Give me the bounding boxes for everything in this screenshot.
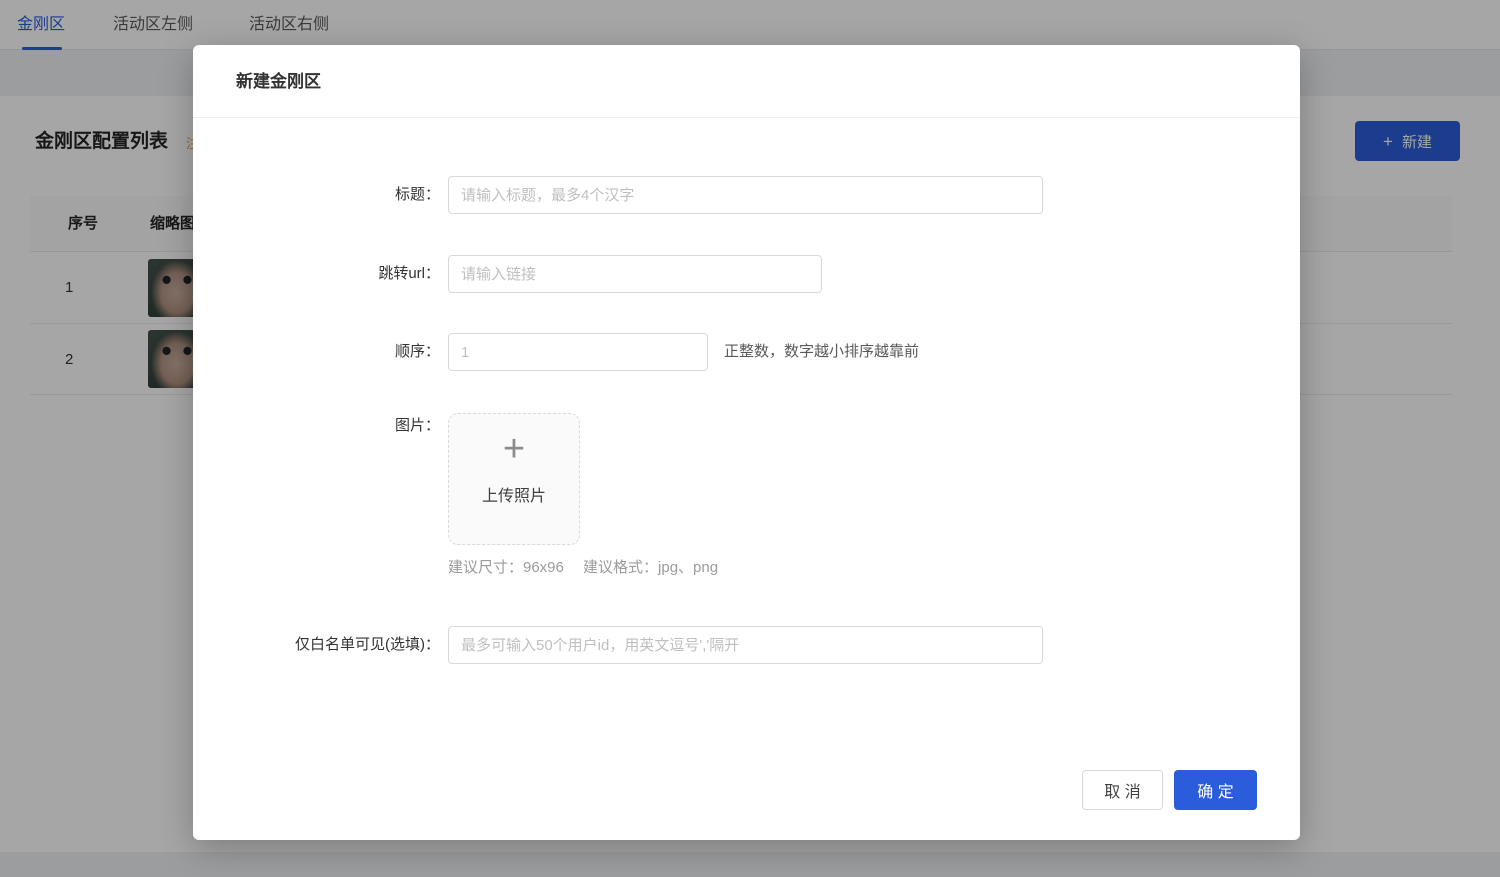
- jump-url-input[interactable]: [448, 255, 822, 293]
- upload-photo-button[interactable]: + 上传照片: [448, 413, 580, 545]
- modal-title: 新建金刚区: [236, 45, 321, 118]
- title-input[interactable]: [448, 176, 1043, 214]
- whitelist-field-label: 仅白名单可见(选填)：: [253, 626, 440, 664]
- title-field-label: 标题：: [253, 176, 440, 214]
- order-field-label: 顺序：: [253, 333, 440, 371]
- order-hint-text: 正整数，数字越小排序越靠前: [724, 333, 919, 371]
- url-field-label: 跳转url：: [253, 255, 440, 293]
- modal-body: 标题： 跳转url： 顺序： 正整数，数字越小排序越靠前 图片： + 上传照片 …: [193, 118, 1300, 840]
- image-field-label: 图片：: [253, 407, 440, 445]
- upload-photo-label: 上传照片: [449, 482, 579, 506]
- cancel-button[interactable]: 取 消: [1082, 770, 1163, 810]
- confirm-button[interactable]: 确 定: [1174, 770, 1257, 810]
- new-jingang-modal: 新建金刚区 标题： 跳转url： 顺序： 正整数，数字越小排序越靠前 图片： +…: [193, 45, 1300, 840]
- whitelist-input[interactable]: [448, 626, 1043, 664]
- order-input[interactable]: [448, 333, 708, 371]
- image-hint-text: 建议尺寸：96x96 建议格式：jpg、png: [448, 553, 718, 583]
- plus-icon: +: [449, 430, 579, 468]
- modal-header: 新建金刚区: [193, 45, 1300, 118]
